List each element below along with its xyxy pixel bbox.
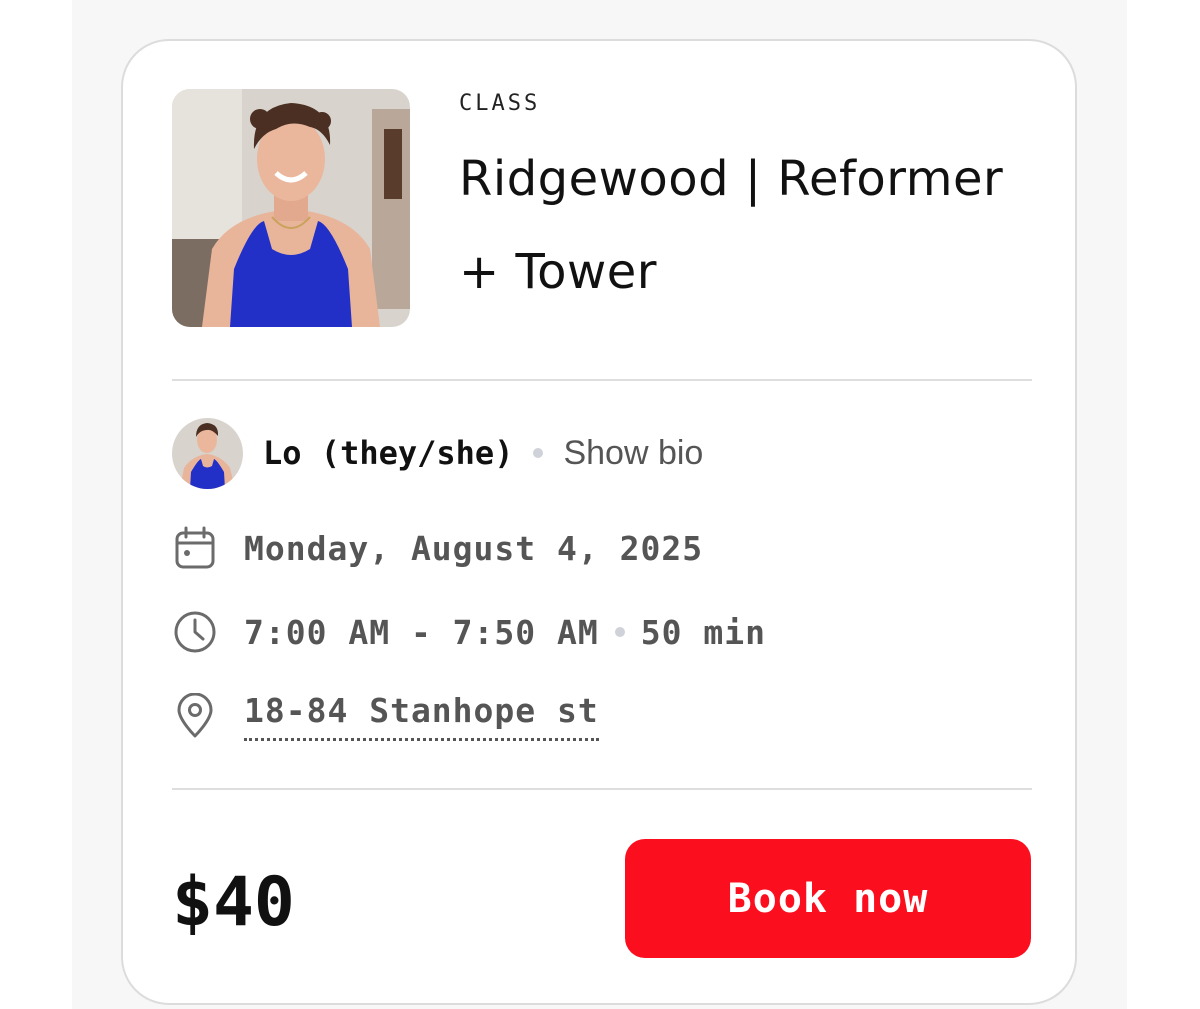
address-link[interactable]: 18-84 Stanhope st	[244, 691, 599, 741]
location-row: 18-84 Stanhope st	[172, 691, 599, 741]
calendar-icon	[172, 525, 218, 571]
class-title: Ridgewood | Reformer + Tower	[459, 151, 1004, 300]
bullet-separator	[614, 627, 625, 637]
instructor-avatar[interactable]	[172, 417, 243, 489]
bullet-separator	[533, 448, 544, 458]
class-time: 7:00 AM - 7:50 AM	[244, 612, 599, 652]
location-pin-icon	[172, 693, 218, 739]
show-bio-link[interactable]: Show bio	[563, 434, 703, 473]
class-date: Monday, August 4, 2025	[244, 528, 704, 568]
class-type-label: CLASS	[459, 91, 541, 116]
divider-top	[172, 379, 1032, 381]
date-row: Monday, August 4, 2025	[172, 523, 703, 573]
time-row: 7:00 AM - 7:50 AM 50 min	[172, 607, 766, 657]
instructor-row: Lo (they/she) Show bio	[172, 417, 703, 489]
class-price: $40	[172, 863, 295, 942]
class-card: CLASS Ridgewood | Reformer + Tower Lo (t…	[121, 39, 1077, 1005]
instructor-photo	[172, 89, 410, 327]
divider-bottom	[172, 788, 1032, 790]
class-duration: 50 min	[640, 612, 766, 652]
book-now-button[interactable]: Book now	[625, 839, 1031, 958]
instructor-name: Lo (they/she)	[263, 434, 514, 472]
clock-icon	[172, 609, 218, 655]
